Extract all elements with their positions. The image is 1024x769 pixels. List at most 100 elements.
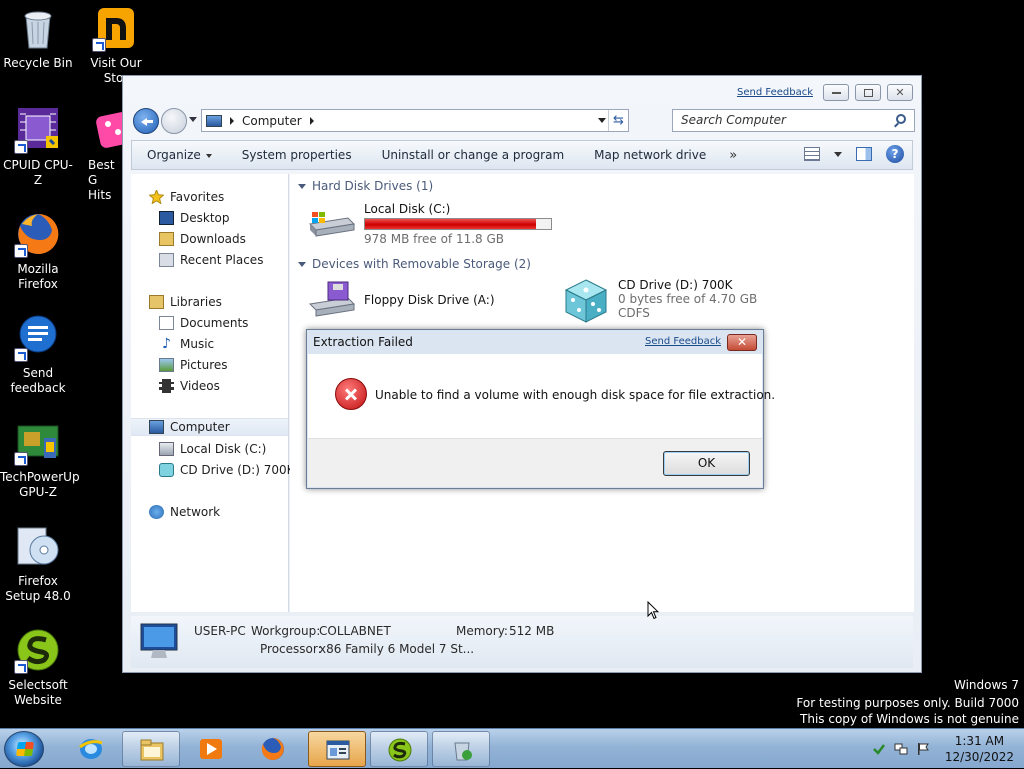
taskbar-windows-explorer[interactable] (122, 731, 180, 767)
nav-pictures[interactable]: Pictures (159, 356, 228, 374)
taskbar-media-player[interactable] (182, 731, 240, 767)
desktop-icon-visit-store[interactable]: Visit Our Stor (78, 4, 154, 86)
computer-icon (149, 420, 164, 434)
start-button[interactable] (4, 731, 44, 767)
computer-icon (206, 114, 222, 127)
nav-cd-drive[interactable]: CD Drive (D:) 700K (159, 461, 294, 479)
feedback-bubble-icon (14, 314, 62, 362)
breadcrumb-chevron-icon[interactable] (230, 116, 234, 125)
desktop-icon-gpuz[interactable]: TechPowerUp GPU-Z (0, 418, 80, 500)
desktop-icon-firefox[interactable]: Mozilla Firefox (0, 210, 76, 292)
search-icon[interactable] (896, 114, 906, 124)
system-properties-button[interactable]: System properties (227, 148, 367, 162)
nav-recent-places[interactable]: Recent Places (159, 251, 263, 269)
dialog-close-button[interactable]: ✕ (727, 334, 757, 351)
desktop-icon-best-games[interactable]: Best G Hits (78, 106, 124, 203)
taskbar-firefox[interactable] (244, 731, 302, 767)
address-dropdown-icon[interactable] (598, 118, 606, 123)
breadcrumb-chevron-icon[interactable] (309, 116, 314, 125)
close-button[interactable]: ✕ (887, 84, 913, 101)
nav-desktop[interactable]: Desktop (159, 209, 230, 227)
desktop-icon-label: Best G Hits (88, 158, 115, 202)
breadcrumb-computer[interactable]: Computer (242, 114, 302, 128)
memory-label: Memory: (456, 624, 508, 638)
computer-monitor-icon (137, 622, 181, 662)
maximize-button[interactable] (855, 84, 881, 101)
desktop-icon-cpuz[interactable]: CPUID CPU-Z (0, 106, 76, 188)
taskbar-selectsoft[interactable] (370, 731, 428, 767)
installer-disc-icon (14, 522, 62, 570)
preview-pane-icon[interactable] (856, 147, 872, 161)
forward-button[interactable] (161, 108, 187, 134)
recent-pages-dropdown[interactable] (189, 117, 197, 122)
map-network-drive-button[interactable]: Map network drive (579, 148, 721, 162)
group-header-removable[interactable]: Devices with Removable Storage (2) (298, 257, 531, 271)
disk-usage-bar (364, 218, 552, 230)
memory-value: 512 MB (509, 624, 555, 638)
nav-label: Documents (180, 316, 249, 330)
drive-local-disk-c[interactable]: Local Disk (C:) 978 MB free of 11.8 GB (308, 202, 552, 246)
network-tray-icon[interactable] (894, 743, 908, 755)
floppy-drive-icon (308, 280, 356, 320)
downloads-folder-icon (159, 232, 174, 246)
refresh-button[interactable]: ⇆ (608, 110, 628, 131)
drive-info: CD Drive (D:) 700K 0 bytes free of 4.70 … (618, 278, 757, 324)
nav-network[interactable]: Network (149, 503, 220, 521)
media-player-icon (198, 737, 224, 761)
recycle-bin-icon (14, 4, 62, 52)
extraction-failed-dialog: Extraction Failed Send Feedback ✕ Unable… (306, 329, 775, 489)
collapse-triangle-icon[interactable] (298, 261, 306, 267)
ok-button[interactable]: OK (663, 451, 750, 476)
group-header-hard-disks[interactable]: Hard Disk Drives (1) (298, 179, 433, 193)
nav-computer[interactable]: Computer (131, 418, 288, 436)
cd-drive-icon (159, 463, 174, 477)
nav-libraries[interactable]: Libraries (149, 293, 222, 311)
send-feedback-link[interactable]: Send Feedback (737, 87, 813, 98)
taskbar-internet-explorer[interactable] (62, 731, 120, 767)
desktop-icon-send-feedback[interactable]: Send feedback (0, 314, 76, 396)
drive-filesystem: CDFS (618, 306, 650, 320)
error-message: Unable to find a volume with enough disk… (375, 388, 776, 402)
clock[interactable]: 1:31 AM 12/30/2022 (945, 733, 1014, 765)
back-button[interactable] (133, 108, 159, 134)
search-input[interactable]: Search Computer (672, 109, 915, 132)
minimize-button[interactable] (823, 84, 849, 101)
change-view-icon[interactable] (804, 147, 820, 161)
nav-music[interactable]: ♪ Music (159, 335, 214, 353)
taskbar-extraction-app[interactable] (308, 731, 366, 767)
drive-free-space: 0 bytes free of 4.70 GB (618, 292, 758, 306)
shortcut-arrow-icon (14, 660, 28, 674)
drive-floppy-a[interactable]: Floppy Disk Drive (A:) (308, 280, 495, 320)
collapse-triangle-icon[interactable] (298, 183, 306, 189)
desktop-icon-recycle-bin[interactable]: Recycle Bin (0, 4, 76, 71)
dialog-send-feedback-link[interactable]: Send Feedback (645, 336, 721, 347)
desktop-icon-firefox-setup[interactable]: Firefox Setup 48.0 (0, 522, 76, 604)
nav-favorites[interactable]: Favorites (148, 188, 224, 206)
nav-documents[interactable]: Documents (159, 314, 248, 332)
organize-button[interactable]: Organize (132, 148, 227, 162)
command-bar-right: ? (804, 145, 904, 163)
nav-downloads[interactable]: Downloads (159, 230, 246, 248)
windows-version-text: Windows 7 (953, 678, 1019, 692)
clock-date: 12/30/2022 (944, 750, 1014, 764)
disk-usage-fill (365, 219, 537, 229)
drive-cd-d[interactable]: CD Drive (D:) 700K 0 bytes free of 4.70 … (562, 278, 757, 324)
flag-tray-icon[interactable] (916, 743, 930, 755)
nav-local-disk[interactable]: Local Disk (C:) (159, 440, 266, 458)
address-bar[interactable]: Computer ⇆ (201, 109, 629, 132)
drive-name: Local Disk (C:) (364, 202, 451, 216)
nav-label: CD Drive (D:) 700K (180, 463, 295, 477)
close-icon: ✕ (895, 86, 905, 99)
desktop-icon-selectsoft[interactable]: Selectsoft Website (0, 626, 76, 708)
nav-videos[interactable]: Videos (159, 377, 220, 395)
star-icon (148, 188, 165, 205)
view-options-dropdown[interactable] (834, 151, 842, 157)
help-icon[interactable]: ? (886, 145, 904, 163)
command-bar: Organize System properties Uninstall or … (131, 140, 913, 170)
taskbar-recycle-app[interactable] (432, 731, 490, 767)
action-center-icon[interactable] (872, 743, 886, 755)
recent-places-icon (159, 253, 174, 267)
more-commands-button[interactable]: » (721, 148, 745, 163)
network-icon (149, 505, 164, 519)
uninstall-program-button[interactable]: Uninstall or change a program (367, 148, 580, 162)
